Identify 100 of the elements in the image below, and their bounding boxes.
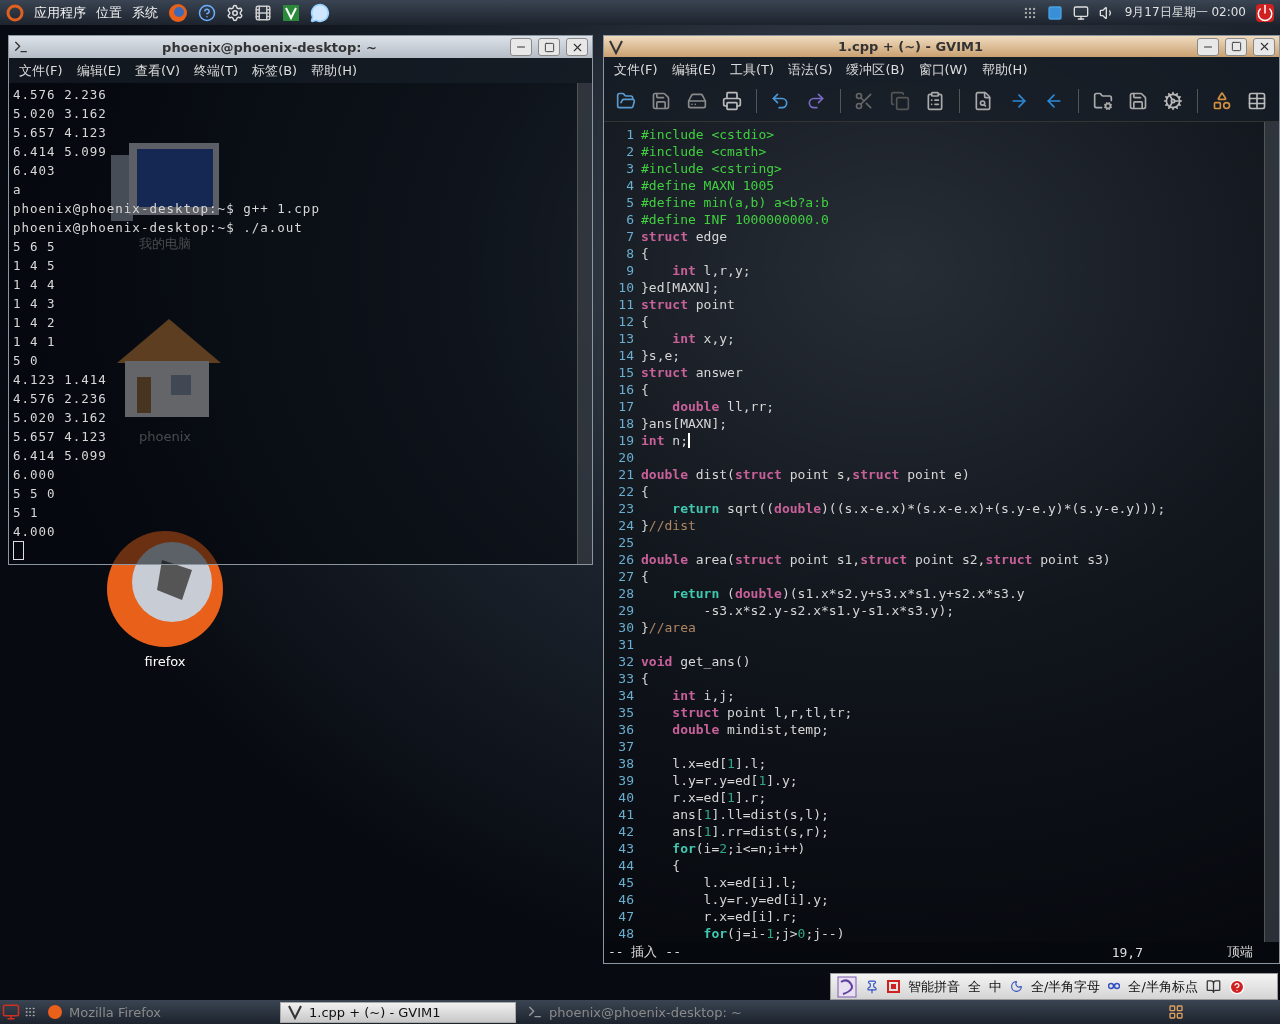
code-line: struct edge xyxy=(641,228,728,244)
menu-item[interactable]: 文件(F) xyxy=(19,61,63,80)
line-number: 45 xyxy=(617,874,635,890)
line-number: 34 xyxy=(617,687,635,703)
character-icon xyxy=(887,980,900,993)
film-icon[interactable] xyxy=(254,3,272,22)
menu-item[interactable]: 语法(S) xyxy=(788,60,833,79)
line-number: 7 xyxy=(625,228,635,244)
code-line: return sqrt((double)((s.x-e.x)*(s.x-e.x)+(s.y-e.y)*(s.y-e.y))); xyxy=(671,500,1166,516)
menu-item[interactable]: 编辑(E) xyxy=(671,60,716,79)
line-number: 25 xyxy=(617,534,635,550)
menu-item[interactable]: 工具(T) xyxy=(730,60,775,79)
window-title: phoenix@phoenix-desktop: ~ xyxy=(161,39,378,55)
menu-item[interactable]: 文件(F) xyxy=(614,60,658,79)
clipboard-icon xyxy=(925,91,946,112)
editor-icon xyxy=(287,1004,303,1020)
terminal-line: 4.576 2.236 xyxy=(13,86,107,104)
menu-item[interactable]: 编辑(E) xyxy=(76,61,121,80)
terminal-line: 5.657 4.123 xyxy=(13,428,107,446)
line-number: 48 xyxy=(617,925,635,941)
menu-item[interactable]: 窗口(W) xyxy=(918,60,968,79)
clock[interactable]: 9月17日星期一 02:00 xyxy=(1124,4,1246,21)
input-method-option[interactable]: 智能拼音 xyxy=(908,977,960,996)
minimize-button[interactable] xyxy=(510,38,532,56)
scroll-bar[interactable] xyxy=(1264,121,1279,942)
taskbar-item[interactable]: Mozilla Firefox xyxy=(40,1001,276,1023)
taskbar-item[interactable]: phoenix@phoenix-desktop: ~ xyxy=(520,1001,756,1023)
terminal-line: phoenix@phoenix-desktop:~$ g++ 1.cpp xyxy=(13,200,320,218)
panel-menu[interactable]: 位置 xyxy=(96,3,122,22)
window-icon[interactable] xyxy=(1046,4,1063,21)
terminal-line: 4.576 2.236 xyxy=(13,390,107,408)
line-number: 6 xyxy=(625,211,635,227)
terminal-line: 1 4 2 xyxy=(13,314,56,332)
editor-icon[interactable] xyxy=(282,3,300,22)
code-line: }s,e; xyxy=(641,347,681,363)
close-button[interactable] xyxy=(566,38,588,56)
code-line: for(j=i-1;j>0;j--) xyxy=(702,925,845,941)
terminal-line: 5.657 4.123 xyxy=(13,124,107,142)
line-number: 46 xyxy=(617,891,635,907)
chat-icon[interactable] xyxy=(310,2,330,23)
menu-item[interactable]: 缓冲区(B) xyxy=(846,60,905,79)
line-number: 12 xyxy=(617,313,635,329)
show-desktop-icon[interactable] xyxy=(2,1003,20,1021)
terminal-line: 1 4 3 xyxy=(13,295,56,313)
input-method-option[interactable]: 全 xyxy=(968,977,981,996)
browser-icon xyxy=(47,1004,63,1020)
power-icon[interactable] xyxy=(1256,3,1274,22)
maximize-button[interactable] xyxy=(538,38,560,56)
taskbar-item[interactable]: 1.cpp + (~) - GVIM1 xyxy=(280,1001,516,1023)
code-line: l.x=ed[i].l; xyxy=(702,874,798,890)
workspace-icon[interactable] xyxy=(1168,1004,1184,1020)
shapes-icon xyxy=(1211,91,1232,112)
monitor-icon[interactable] xyxy=(1072,4,1089,21)
minimize-button[interactable] xyxy=(1197,37,1219,56)
close-button[interactable] xyxy=(1253,37,1275,56)
maximize-icon xyxy=(543,41,555,53)
line-number: 1 xyxy=(625,126,635,142)
cursor-position: 19,7 xyxy=(1111,944,1143,960)
menu-item[interactable]: 标签(B) xyxy=(252,61,298,80)
code-line: #define MAXN 1005 xyxy=(641,177,775,193)
panel-menu[interactable]: 应用程序 xyxy=(34,3,86,22)
panel-menu[interactable]: 系统 xyxy=(132,3,158,22)
icon-label: 我的电脑 xyxy=(139,235,191,253)
code-line: l.y=r.y=ed[i].y; xyxy=(702,891,829,907)
menu-item[interactable]: 帮助(H) xyxy=(981,60,1028,79)
menu-item[interactable]: 帮助(H) xyxy=(311,61,358,80)
input-method-option[interactable]: 全/半角标点 xyxy=(1128,977,1198,996)
menu-item[interactable]: 终端(T) xyxy=(194,61,239,80)
grip-icon xyxy=(24,1006,36,1018)
browser-icon[interactable] xyxy=(168,2,188,23)
code-line: { xyxy=(641,381,649,397)
pin-icon[interactable] xyxy=(865,979,879,994)
code-line: #include <cstring> xyxy=(641,160,782,176)
input-method-option[interactable]: 全/半角字母 xyxy=(1031,977,1101,996)
scroll-bar[interactable] xyxy=(577,83,592,564)
line-number: 22 xyxy=(617,483,635,499)
line-number: 35 xyxy=(617,704,635,720)
line-number: 18 xyxy=(617,415,635,431)
terminal-icon xyxy=(527,1004,543,1020)
menu-item[interactable]: 查看(V) xyxy=(135,61,181,80)
code-line: #define INF 1000000000.0 xyxy=(641,211,829,227)
scroll-position: 顶端 xyxy=(1227,943,1253,962)
code-line: l.x=ed[1].l; xyxy=(671,755,767,771)
settings-icon[interactable] xyxy=(226,3,244,22)
terminal-line: 5 1 xyxy=(13,504,39,522)
book-icon[interactable] xyxy=(1205,979,1221,994)
input-method-option[interactable]: 中 xyxy=(989,977,1002,996)
code-line: }ed[MAXN]; xyxy=(641,279,720,295)
code-line: l.y=r.y=ed[1].y; xyxy=(671,772,798,788)
line-number: 20 xyxy=(617,449,635,465)
code-line: void get_ans() xyxy=(641,653,751,669)
line-number: 40 xyxy=(617,789,635,805)
terminal-line: 6.000 xyxy=(13,466,56,484)
help-icon[interactable] xyxy=(198,3,216,22)
code-line: }//dist xyxy=(641,517,696,533)
maximize-button[interactable] xyxy=(1225,37,1247,56)
text-cursor xyxy=(13,541,24,560)
code-line: { xyxy=(641,245,649,261)
grip-icon xyxy=(1022,5,1037,20)
moon-icon xyxy=(1010,980,1023,993)
